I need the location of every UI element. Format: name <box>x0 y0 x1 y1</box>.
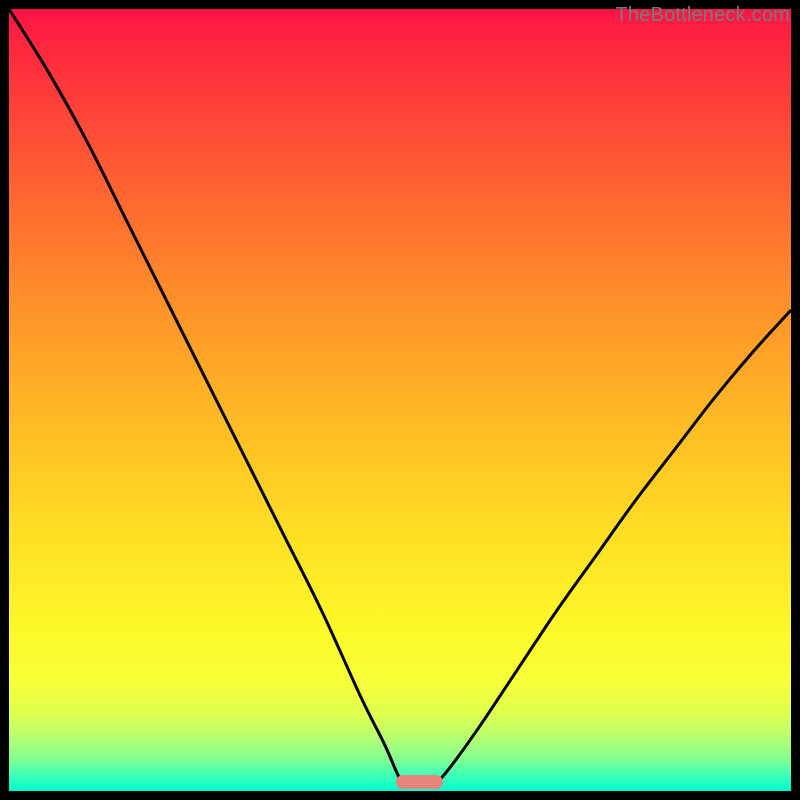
watermark-text: TheBottleneck.com <box>615 4 790 27</box>
plot-area <box>9 9 791 791</box>
left-branch-curve <box>9 9 408 788</box>
right-branch-curve <box>431 310 791 788</box>
curve-svg <box>9 9 791 791</box>
chart-container: TheBottleneck.com <box>0 0 800 800</box>
min-marker <box>396 775 443 789</box>
